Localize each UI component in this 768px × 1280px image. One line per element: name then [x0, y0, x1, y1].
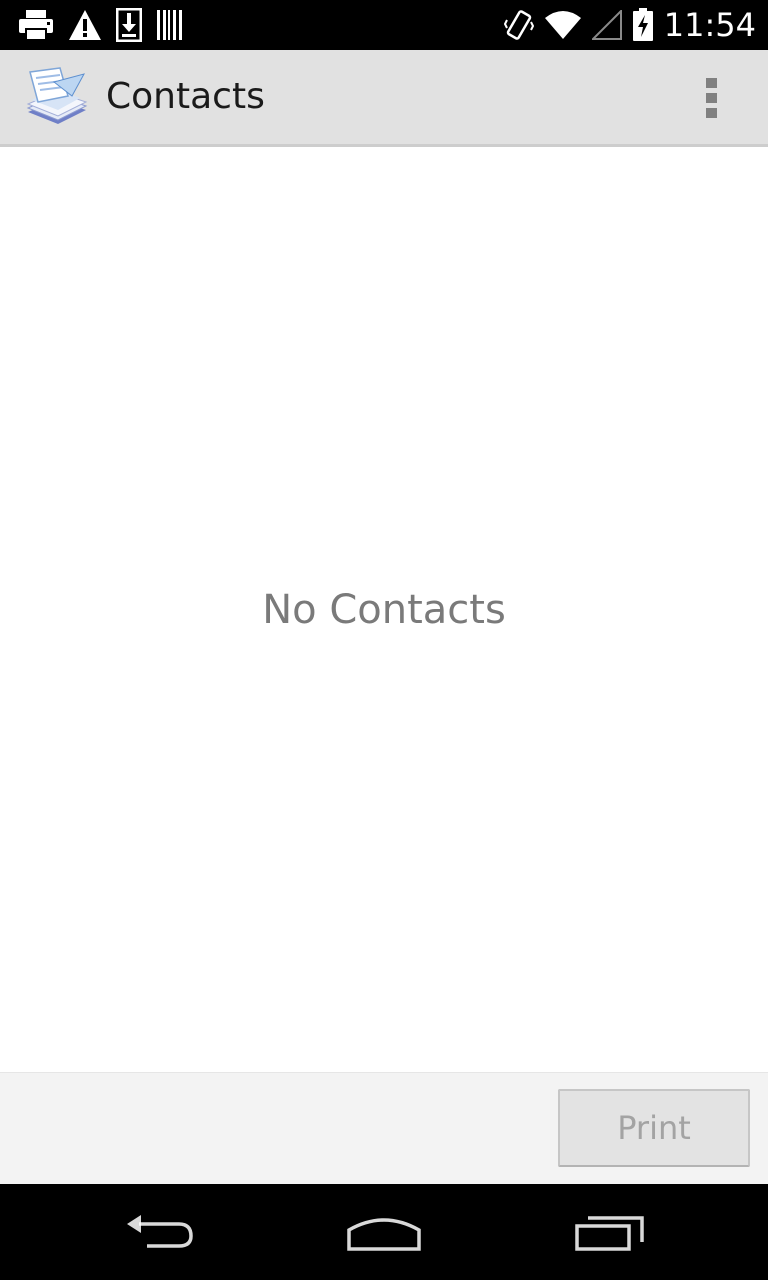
screen: 11:54 Contacts No Contacts Print: [0, 0, 768, 1280]
navigation-bar: [0, 1184, 768, 1280]
home-button[interactable]: [314, 1184, 454, 1280]
recent-apps-button[interactable]: [540, 1184, 680, 1280]
back-icon: [127, 1215, 193, 1248]
status-time: 11:54: [663, 6, 756, 44]
wifi-icon: [544, 11, 581, 39]
system-status: 11:54: [503, 0, 756, 50]
battery-charging-icon: [632, 8, 653, 41]
status-bar: 11:54: [0, 0, 768, 50]
page-title: Contacts: [106, 76, 265, 117]
print-button[interactable]: Print: [558, 1089, 750, 1167]
overflow-menu-button[interactable]: [676, 64, 748, 132]
printer-paper-app-icon[interactable]: [24, 66, 88, 130]
signal-icon: [591, 10, 622, 40]
warning-icon: [69, 10, 101, 40]
barcode-icon: [157, 10, 182, 40]
bottom-panel: Print: [0, 1072, 768, 1185]
recent-apps-icon: [575, 1216, 644, 1251]
action-bar: Contacts: [0, 50, 768, 147]
back-button[interactable]: [90, 1184, 230, 1280]
home-icon: [347, 1218, 421, 1251]
overflow-menu-icon: [706, 78, 717, 118]
notification-icons: [18, 7, 184, 43]
download-icon: [116, 8, 142, 42]
printer-icon: [19, 10, 53, 41]
contacts-list: No Contacts: [0, 147, 768, 1072]
vibrate-icon: [503, 10, 534, 40]
empty-state-message: No Contacts: [262, 587, 506, 633]
